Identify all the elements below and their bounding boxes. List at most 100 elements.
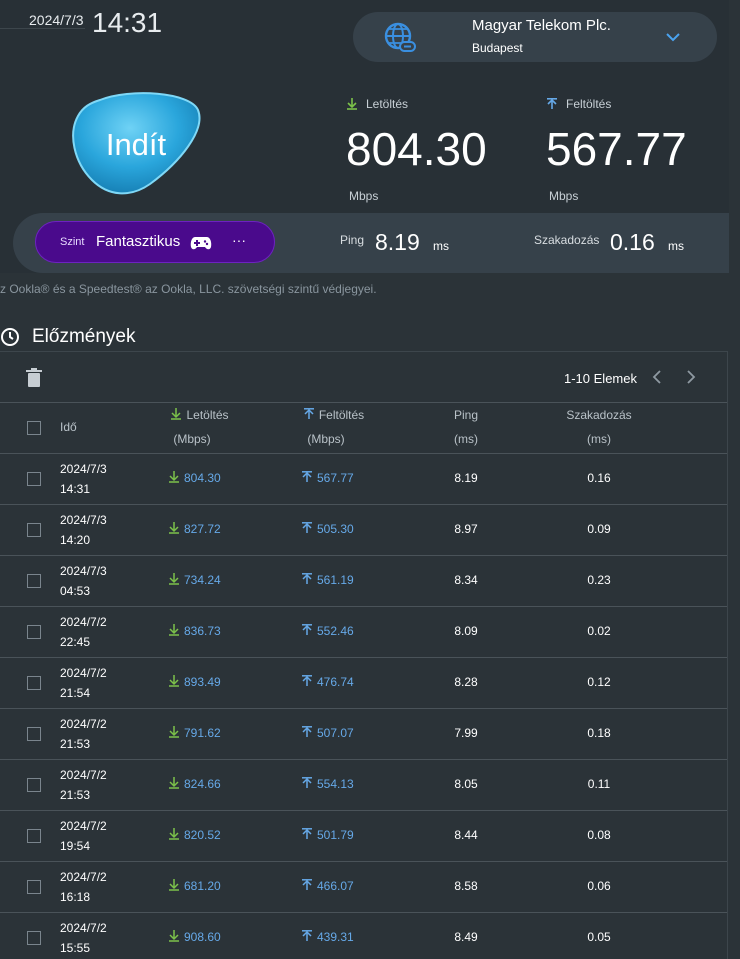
row-date: 2024/7/2 bbox=[60, 819, 107, 833]
row-ping: 8.34 bbox=[454, 573, 478, 587]
row-download: 820.52 bbox=[169, 828, 221, 842]
row-datetime: 2024/7/2 21:53 bbox=[60, 714, 107, 754]
upload-arrow-icon bbox=[302, 828, 312, 839]
server-selector[interactable]: Magyar Telekom Plc. Budapest bbox=[353, 12, 717, 62]
row-checkbox[interactable] bbox=[27, 574, 41, 588]
table-row: 2024/7/2 21:54 893.49 476.74 8.28 0.12 bbox=[0, 657, 727, 708]
row-datetime: 2024/7/2 16:18 bbox=[60, 867, 107, 907]
row-upload: 567.77 bbox=[302, 471, 354, 485]
row-time: 14:20 bbox=[60, 533, 91, 547]
chevron-down-icon[interactable] bbox=[665, 30, 681, 44]
row-upload: 501.79 bbox=[302, 828, 354, 842]
row-checkbox[interactable] bbox=[27, 931, 41, 945]
col-upload-unit: (Mbps) bbox=[307, 432, 345, 446]
globe-icon bbox=[384, 22, 416, 52]
current-date: 2024/7/3 bbox=[29, 12, 84, 28]
row-checkbox[interactable] bbox=[27, 829, 41, 843]
row-time: 21:53 bbox=[60, 737, 91, 751]
row-ping: 8.05 bbox=[454, 777, 478, 791]
upload-arrow-icon bbox=[302, 471, 312, 482]
row-datetime: 2024/7/3 14:20 bbox=[60, 510, 107, 550]
row-upload-value: 552.46 bbox=[317, 624, 354, 638]
row-datetime: 2024/7/2 22:45 bbox=[60, 612, 107, 652]
row-checkbox[interactable] bbox=[27, 778, 41, 792]
download-arrow-icon bbox=[169, 930, 179, 942]
row-datetime: 2024/7/2 19:54 bbox=[60, 816, 107, 856]
row-jitter: 0.09 bbox=[587, 522, 611, 536]
download-arrow-icon bbox=[169, 675, 179, 687]
download-arrow-icon bbox=[169, 828, 179, 840]
row-download: 908.60 bbox=[169, 930, 221, 944]
row-checkbox[interactable] bbox=[27, 625, 41, 639]
row-jitter: 0.18 bbox=[587, 726, 611, 740]
row-checkbox[interactable] bbox=[27, 676, 41, 690]
current-time: 14:31 bbox=[92, 7, 163, 38]
gamepad-icon bbox=[190, 237, 212, 250]
table-row: 2024/7/3 14:31 804.30 567.77 8.19 0.16 bbox=[0, 453, 727, 504]
upload-value: 567.77 bbox=[546, 123, 687, 175]
row-download-value: 824.66 bbox=[184, 777, 221, 791]
trash-icon[interactable] bbox=[26, 368, 42, 387]
upload-arrow-icon bbox=[547, 98, 557, 109]
chevron-right-icon[interactable] bbox=[685, 369, 697, 385]
table-row: 2024/7/2 21:53 791.62 507.07 7.99 0.18 bbox=[0, 708, 727, 759]
row-upload: 476.74 bbox=[302, 675, 354, 689]
row-time: 15:55 bbox=[60, 941, 91, 955]
row-download-value: 804.30 bbox=[184, 471, 221, 485]
col-download[interactable]: Letöltés bbox=[150, 403, 250, 427]
row-time: 14:31 bbox=[60, 482, 91, 496]
download-arrow-icon bbox=[169, 726, 179, 738]
row-checkbox[interactable] bbox=[27, 472, 41, 486]
row-upload: 505.30 bbox=[302, 522, 354, 536]
download-arrow-icon bbox=[169, 471, 179, 483]
row-upload-value: 501.79 bbox=[317, 828, 354, 842]
row-download: 824.66 bbox=[169, 777, 221, 791]
upload-arrow-icon bbox=[302, 624, 312, 635]
table-row: 2024/7/3 04:53 734.24 561.19 8.34 0.23 bbox=[0, 555, 727, 606]
col-ping[interactable]: Ping bbox=[436, 403, 496, 427]
ping-value: 8.19 bbox=[375, 229, 420, 255]
ping-unit: ms bbox=[433, 239, 449, 253]
row-upload-value: 561.19 bbox=[317, 573, 354, 587]
row-ping: 8.28 bbox=[454, 675, 478, 689]
col-jitter[interactable]: Szakadozás bbox=[549, 403, 649, 427]
select-all-checkbox[interactable] bbox=[27, 421, 41, 435]
col-upload[interactable]: Feltöltés bbox=[284, 403, 384, 427]
chevron-left-icon[interactable] bbox=[651, 369, 663, 385]
row-download-value: 836.73 bbox=[184, 624, 221, 638]
row-upload: 507.07 bbox=[302, 726, 354, 740]
more-icon[interactable]: ··· bbox=[232, 232, 246, 248]
level-badge[interactable]: Szint Fantasztikus ··· bbox=[35, 221, 275, 263]
row-date: 2024/7/3 bbox=[60, 462, 107, 476]
divider bbox=[0, 28, 85, 29]
row-checkbox[interactable] bbox=[27, 880, 41, 894]
row-datetime: 2024/7/2 21:53 bbox=[60, 765, 107, 805]
row-ping: 8.58 bbox=[454, 879, 478, 893]
row-download: 827.72 bbox=[169, 522, 221, 536]
row-date: 2024/7/2 bbox=[60, 921, 107, 935]
row-download-value: 893.49 bbox=[184, 675, 221, 689]
download-value: 804.30 bbox=[346, 123, 487, 175]
col-download-unit: (Mbps) bbox=[173, 432, 211, 446]
row-upload-value: 505.30 bbox=[317, 522, 354, 536]
upload-label: Feltöltés bbox=[566, 97, 612, 111]
row-download: 734.24 bbox=[169, 573, 221, 587]
row-jitter: 0.16 bbox=[587, 471, 611, 485]
table-row: 2024/7/2 15:55 908.60 439.31 8.49 0.05 bbox=[0, 912, 727, 959]
row-download-value: 791.62 bbox=[184, 726, 221, 740]
trademark-note: z Ookla® és a Speedtest® az Ookla, LLC. … bbox=[0, 282, 377, 296]
col-ping-unit: (ms) bbox=[454, 432, 478, 446]
row-download-value: 908.60 bbox=[184, 930, 221, 944]
history-title: Előzmények bbox=[32, 326, 136, 347]
row-checkbox[interactable] bbox=[27, 727, 41, 741]
row-checkbox[interactable] bbox=[27, 523, 41, 537]
download-unit: Mbps bbox=[349, 189, 379, 203]
table-row: 2024/7/2 21:53 824.66 554.13 8.05 0.11 bbox=[0, 759, 727, 810]
row-ping: 8.19 bbox=[454, 471, 478, 485]
upload-arrow-icon bbox=[302, 726, 312, 737]
row-jitter: 0.23 bbox=[587, 573, 611, 587]
start-button[interactable]: Indít bbox=[70, 92, 202, 196]
server-city: Budapest bbox=[472, 41, 523, 55]
row-datetime: 2024/7/2 15:55 bbox=[60, 918, 107, 958]
level-text: Fantasztikus bbox=[96, 233, 181, 250]
